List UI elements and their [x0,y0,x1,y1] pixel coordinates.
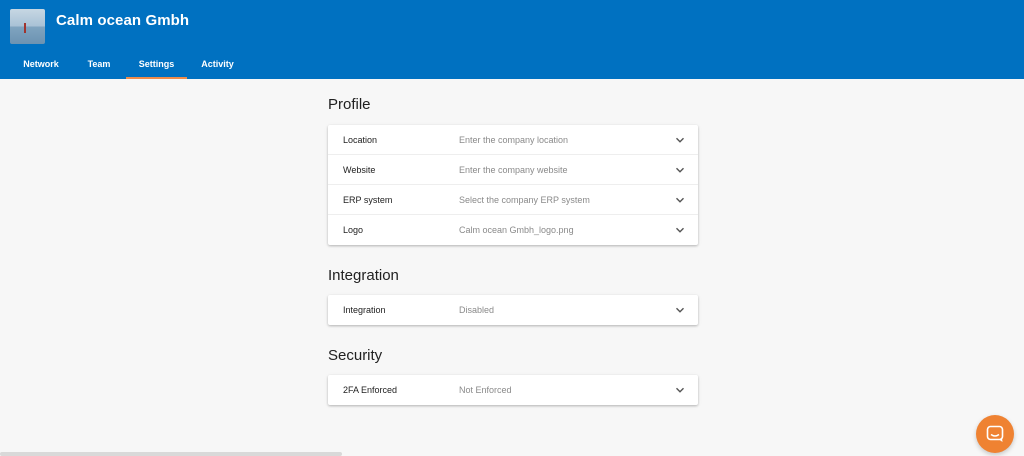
logo-sail-shape [24,23,26,33]
row-value: Disabled [459,305,495,315]
row-value: Calm ocean Gmbh_logo.png [459,225,574,235]
chat-button[interactable] [976,415,1014,453]
row-label: Website [343,165,376,175]
integration-card: Integration Disabled [328,295,698,325]
top-header: Calm ocean Gmbh Network Team Settings Ac… [0,0,1024,79]
row-value: Select the company ERP system [459,195,590,205]
settings-row-erp-system[interactable]: ERP system Select the company ERP system [328,185,698,215]
tab-team[interactable]: Team [74,51,124,79]
chat-bubble-icon [986,425,1004,442]
horizontal-scrollbar[interactable] [0,452,342,456]
tab-network[interactable]: Network [10,51,72,79]
section-title-security: Security [328,347,383,364]
settings-row-2fa-enforced[interactable]: 2FA Enforced Not Enforced [328,375,698,405]
chevron-down-icon[interactable] [675,135,685,145]
row-label: Location [343,135,378,145]
chevron-down-icon[interactable] [675,165,685,175]
section-title-integration: Integration [328,267,399,284]
company-name: Calm ocean Gmbh [56,12,190,29]
security-card: 2FA Enforced Not Enforced [328,375,698,405]
chevron-down-icon[interactable] [675,195,685,205]
chevron-down-icon[interactable] [675,305,685,315]
settings-row-integration[interactable]: Integration Disabled [328,295,698,325]
row-label: ERP system [343,195,393,205]
row-value: Enter the company location [459,135,569,145]
settings-row-logo[interactable]: Logo Calm ocean Gmbh_logo.png [328,215,698,245]
row-value: Not Enforced [459,385,512,395]
chevron-down-icon[interactable] [675,385,685,395]
row-label: 2FA Enforced [343,385,398,395]
tab-activity[interactable]: Activity [189,51,246,79]
tab-settings[interactable]: Settings [126,51,187,79]
settings-row-website[interactable]: Website Enter the company website [328,155,698,185]
row-label: Logo [343,225,364,235]
row-value: Enter the company website [459,165,568,175]
settings-row-location[interactable]: Location Enter the company location [328,125,698,155]
section-title-profile: Profile [328,96,371,113]
chevron-down-icon[interactable] [675,225,685,235]
row-label: Integration [343,305,386,315]
company-logo [10,9,45,44]
profile-card: Location Enter the company location Webs… [328,125,698,245]
